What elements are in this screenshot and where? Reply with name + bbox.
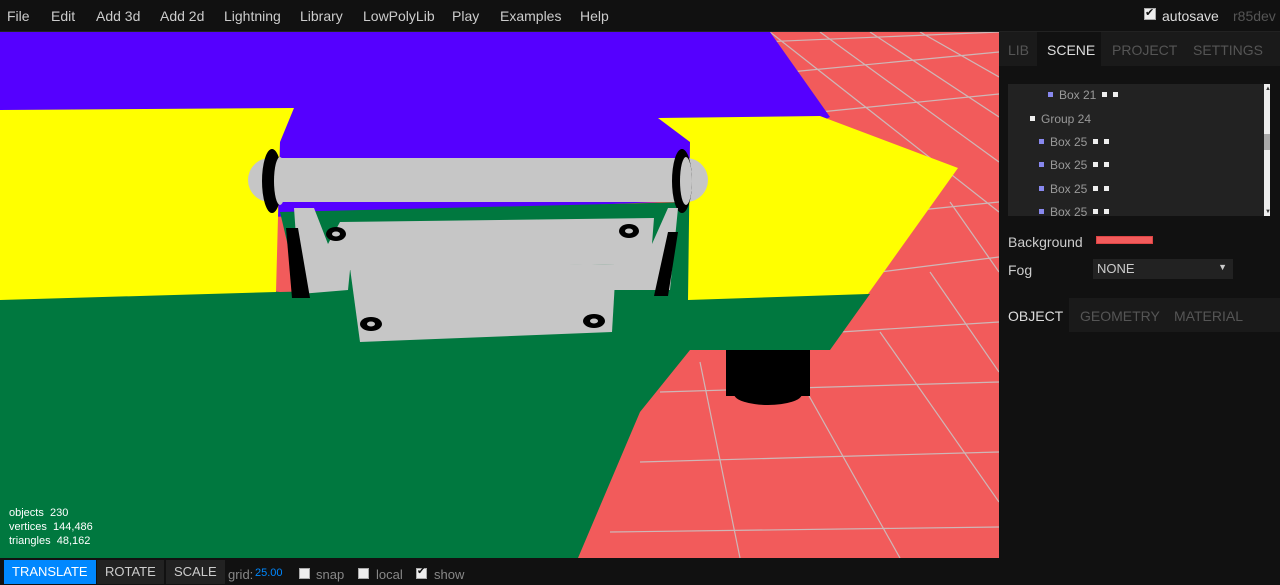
info-vertices: vertices 144,486 xyxy=(9,521,93,533)
autosave-checkbox[interactable] xyxy=(1144,6,1156,20)
menubar: File Edit Add 3d Add 2d Lightning Librar… xyxy=(0,0,1280,32)
show-label: show xyxy=(434,567,465,582)
local-label: local xyxy=(376,567,403,582)
chevron-down-icon: ▼ xyxy=(1218,262,1227,272)
yellow-block-left xyxy=(0,108,294,300)
outliner-item[interactable]: Group 24 xyxy=(1030,112,1091,126)
menu-examples[interactable]: Examples xyxy=(500,8,561,24)
sidebar-bottom-tabs: OBJECT GEOMETRY MATERIAL xyxy=(999,298,1280,332)
menu-add-3d[interactable]: Add 3d xyxy=(96,8,140,24)
grid-label: grid: xyxy=(228,567,254,582)
snap-checkbox[interactable] xyxy=(299,568,310,579)
tab-material[interactable]: MATERIAL xyxy=(1174,308,1243,324)
grey-rod xyxy=(248,158,708,202)
outliner-item[interactable]: Box 25 xyxy=(1039,158,1110,172)
local-checkbox[interactable] xyxy=(358,568,369,579)
fog-select[interactable]: NONE ▼ xyxy=(1093,259,1233,279)
background-label: Background xyxy=(1008,234,1083,250)
geometry-icon xyxy=(1093,139,1099,144)
material-icon xyxy=(1104,186,1110,191)
info-objects: objects 230 xyxy=(9,507,69,519)
menu-lowpolylib[interactable]: LowPolyLib xyxy=(363,8,435,24)
scene-render[interactable] xyxy=(0,32,999,558)
mesh-icon xyxy=(1039,162,1044,167)
tab-project[interactable]: PROJECT xyxy=(1112,42,1177,58)
menu-file[interactable]: File xyxy=(7,8,30,24)
rotate-button[interactable]: ROTATE xyxy=(97,560,164,584)
outliner-scrollbar[interactable]: ▲ ▼ xyxy=(1264,84,1270,216)
grey-plate xyxy=(350,264,616,342)
mesh-icon xyxy=(1039,209,1044,214)
info-triangles: triangles 48,162 xyxy=(9,535,91,547)
outliner-item[interactable]: Box 25 xyxy=(1039,135,1110,149)
menu-play[interactable]: Play xyxy=(452,8,479,24)
outliner-scroll-thumb[interactable] xyxy=(1264,134,1270,150)
scroll-down-icon[interactable]: ▼ xyxy=(1265,209,1270,215)
geometry-icon xyxy=(1093,162,1099,167)
fog-label: Fog xyxy=(1008,262,1033,278)
translate-button[interactable]: TRANSLATE xyxy=(4,560,96,584)
tab-lib[interactable]: LIB xyxy=(1008,42,1029,58)
menu-add-2d[interactable]: Add 2d xyxy=(160,8,204,24)
material-icon xyxy=(1104,139,1110,144)
outliner-item[interactable]: Box 25 xyxy=(1039,205,1110,216)
show-checkbox[interactable] xyxy=(416,566,427,579)
menu-library[interactable]: Library xyxy=(300,8,343,24)
menu-help[interactable]: Help xyxy=(580,8,609,24)
outliner-item[interactable]: Box 21 xyxy=(1048,88,1119,102)
tab-geometry[interactable]: GEOMETRY xyxy=(1080,308,1160,324)
mesh-icon xyxy=(1048,92,1053,97)
menu-lightning[interactable]: Lightning xyxy=(224,8,281,24)
scene-info: objects 230 vertices 144,486 triangles 4… xyxy=(9,506,93,548)
material-icon xyxy=(1104,209,1110,214)
toolbar: TRANSLATE ROTATE SCALE grid: 25.00 snap … xyxy=(0,558,1280,585)
snap-label: snap xyxy=(316,567,345,582)
background-color-swatch[interactable] xyxy=(1096,236,1153,244)
outliner-item[interactable]: Box 25 xyxy=(1039,182,1110,196)
tab-settings[interactable]: SETTINGS xyxy=(1193,42,1263,58)
viewport-3d[interactable]: objects 230 vertices 144,486 triangles 4… xyxy=(0,32,999,558)
sidebar: LIB SCENE PROJECT SETTINGS Box 21 Group … xyxy=(999,32,1280,558)
geometry-icon xyxy=(1102,92,1108,97)
material-icon xyxy=(1104,162,1110,167)
scale-button[interactable]: SCALE xyxy=(166,560,225,584)
grid-input[interactable]: 25.00 xyxy=(255,567,283,579)
mesh-icon xyxy=(1039,186,1044,191)
material-icon xyxy=(1113,92,1119,97)
group-icon xyxy=(1030,116,1035,121)
version-label: r85dev xyxy=(1233,8,1276,24)
sidebar-top-tabs: LIB SCENE PROJECT SETTINGS xyxy=(999,32,1280,66)
menu-edit[interactable]: Edit xyxy=(51,8,75,24)
geometry-icon xyxy=(1093,209,1099,214)
scroll-up-icon[interactable]: ▲ xyxy=(1265,86,1270,92)
mesh-icon xyxy=(1039,139,1044,144)
tab-scene[interactable]: SCENE xyxy=(1047,42,1095,58)
geometry-icon xyxy=(1093,186,1099,191)
tab-object[interactable]: OBJECT xyxy=(1008,308,1063,324)
autosave-label: autosave xyxy=(1162,8,1219,24)
scene-outliner[interactable]: Box 21 Group 24 Box 25 Box 25 Box 25 Box… xyxy=(1008,84,1270,216)
